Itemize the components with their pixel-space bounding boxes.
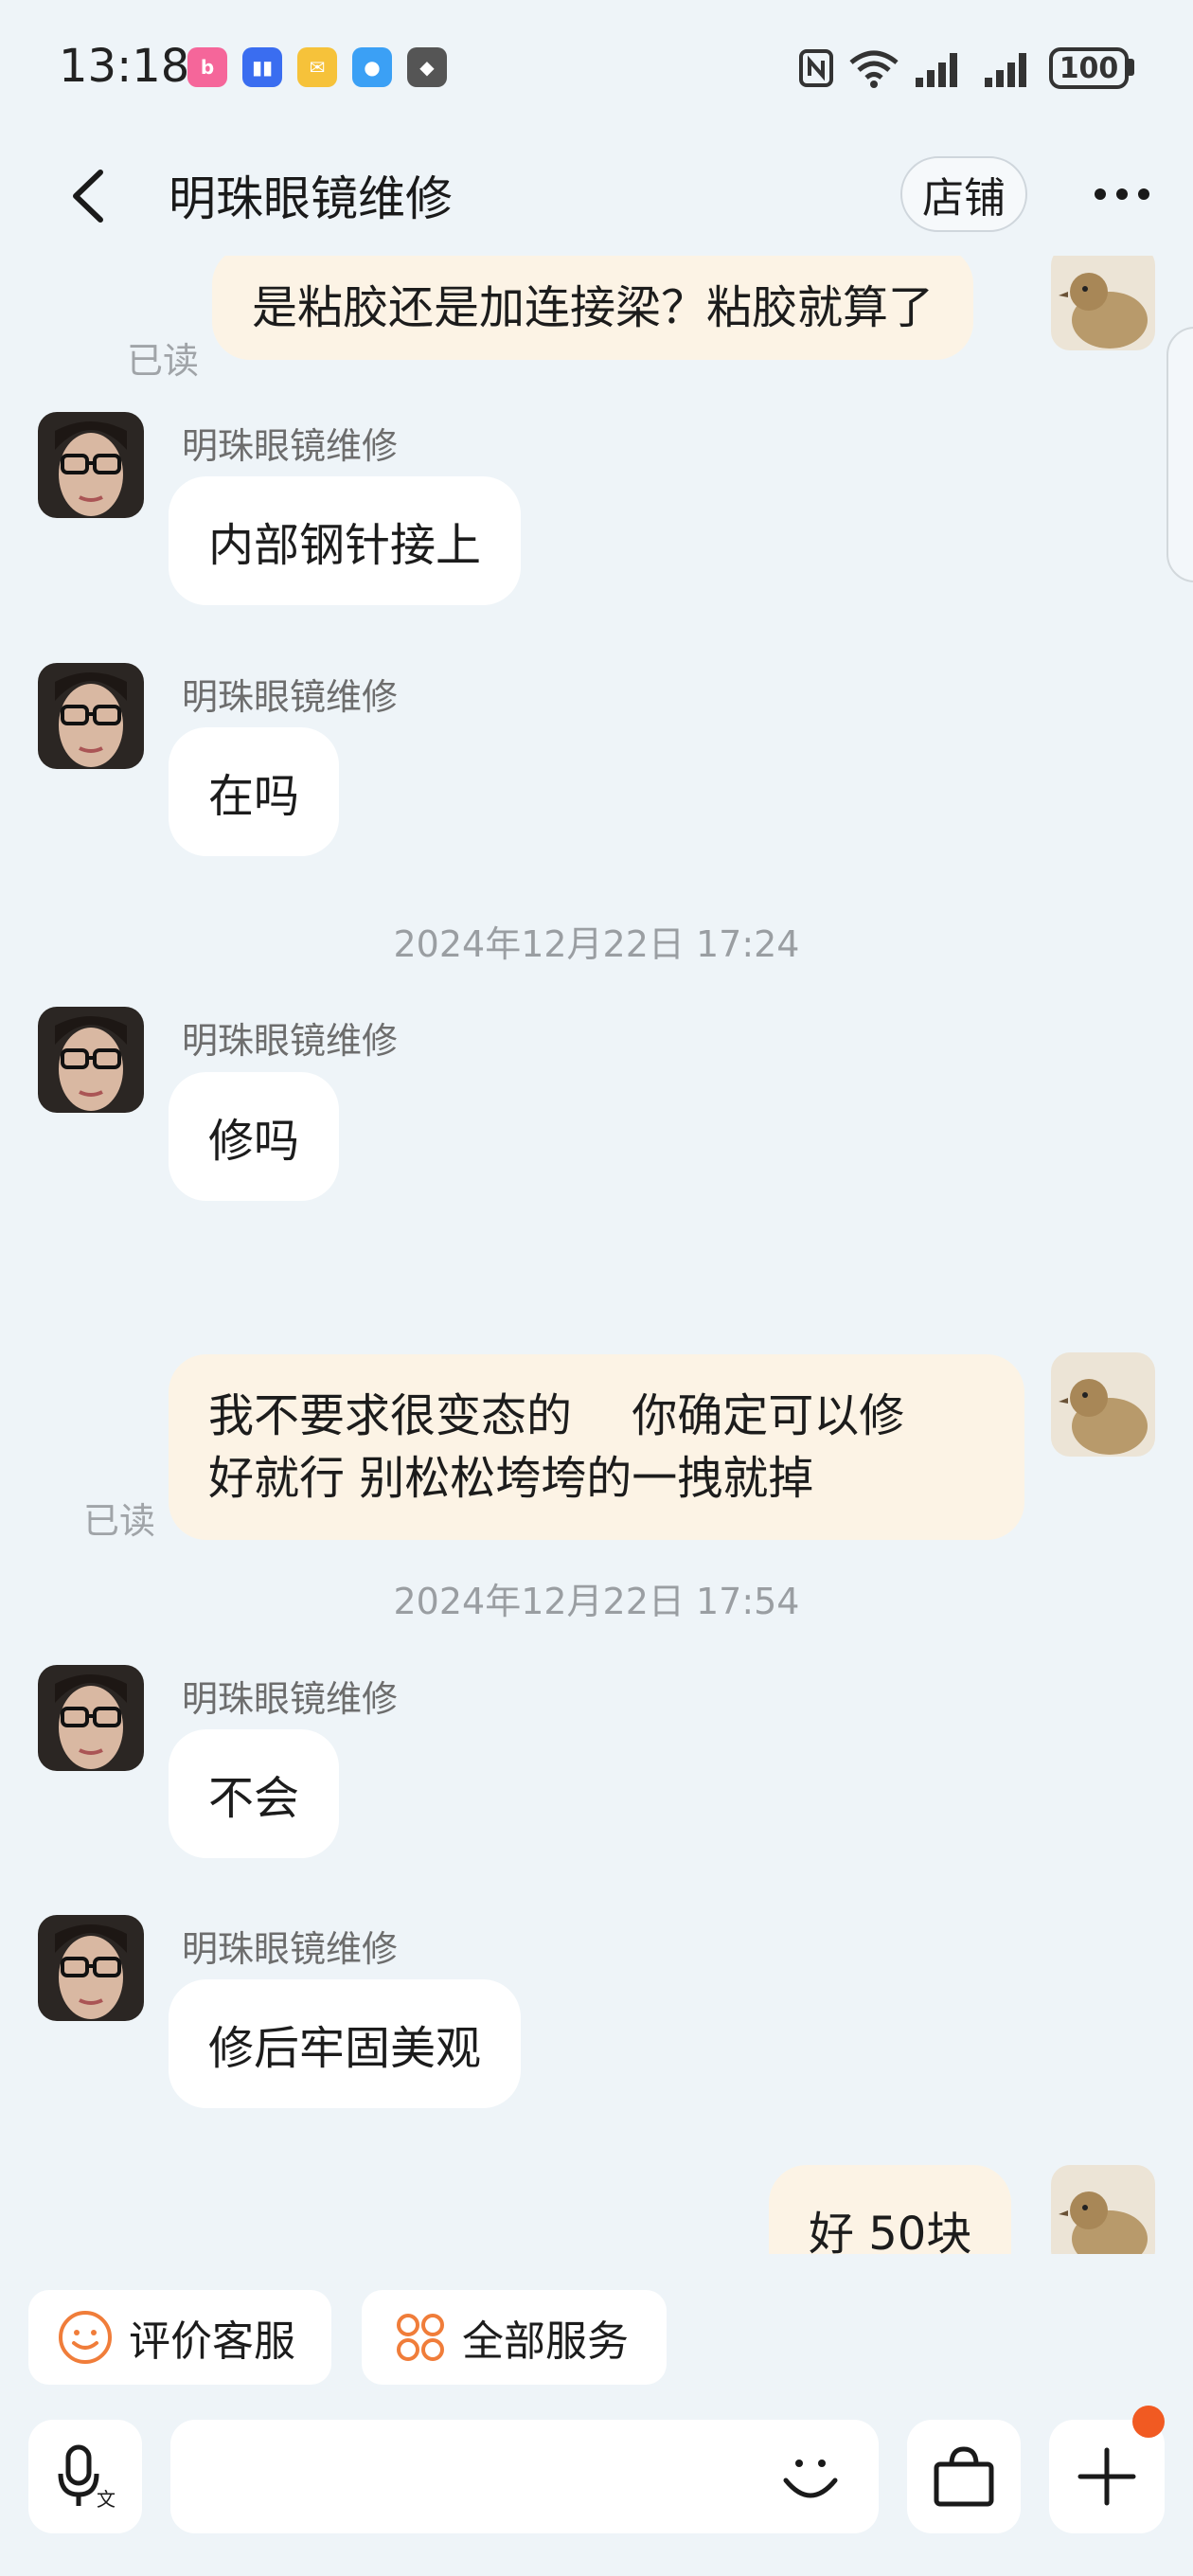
shopping-bag-button[interactable]	[907, 2420, 1021, 2533]
sender-name: 明珠眼镜维修	[182, 1678, 399, 1720]
message-bubble-theirs[interactable]: 在吗	[169, 727, 340, 856]
signal-icon-2	[985, 53, 1026, 87]
message-text-line: 我不要求很变态的 你确定可以修	[208, 1389, 905, 1442]
bird-avatar-image	[1051, 2165, 1155, 2254]
bird-avatar-image	[1051, 1352, 1155, 1457]
rate-service-button[interactable]: 评价客服	[28, 2290, 331, 2385]
sender-name: 明珠眼镜维修	[182, 676, 399, 718]
message-app-icon: ●	[352, 47, 392, 87]
shopping-bag-icon	[934, 2446, 994, 2507]
wifi-icon	[849, 50, 899, 88]
message-text: 内部钢针接上	[208, 519, 482, 572]
chat-message-list[interactable]: 是粘胶还是加连接梁？粘胶就算了 已读 明珠眼镜维修 内部钢针接上 明珠眼镜维修 …	[0, 256, 1193, 2254]
svg-text:文: 文	[97, 2488, 116, 2510]
message-text: 在吗	[208, 770, 300, 823]
grid-services-icon	[397, 2314, 444, 2361]
message-text: 修后牢固美观	[208, 2022, 482, 2075]
plus-icon	[1077, 2447, 1136, 2506]
shop-avatar-image	[38, 663, 144, 769]
shop-avatar[interactable]	[38, 663, 144, 769]
status-bar: 13:18 b ▮▮ ✉ ● ◆ 100	[0, 0, 1193, 133]
read-receipt: 已读	[83, 1500, 156, 1542]
sender-name: 明珠眼镜维修	[182, 1020, 399, 1062]
user-avatar[interactable]	[1051, 256, 1155, 350]
bird-avatar-image	[1051, 256, 1155, 350]
message-bubble-mine[interactable]: 是粘胶还是加连接梁？粘胶就算了	[212, 256, 974, 360]
battery-indicator: 100	[1049, 47, 1129, 89]
message-bubble-theirs[interactable]: 内部钢针接上	[169, 476, 522, 605]
user-avatar[interactable]	[1051, 1352, 1155, 1457]
mail-app-icon: ✉	[297, 47, 337, 87]
message-input[interactable]	[170, 2420, 879, 2533]
status-time: 13:18	[59, 40, 190, 93]
user-avatar[interactable]	[1051, 2165, 1155, 2254]
sender-name: 明珠眼镜维修	[182, 1928, 399, 1970]
emoji-icon[interactable]	[776, 2442, 845, 2511]
page-title: 明珠眼镜维修	[169, 171, 453, 226]
voice-app-icon: ▮▮	[242, 47, 282, 87]
signal-icon-1	[916, 53, 957, 87]
message-bubble-theirs[interactable]: 修吗	[169, 1072, 340, 1201]
smile-icon	[59, 2311, 112, 2364]
shop-avatar-image	[38, 1915, 144, 2021]
nfc-icon	[799, 49, 833, 87]
shop-button[interactable]: 店铺	[900, 156, 1027, 232]
timestamp: 2024年12月22日 17:24	[393, 923, 800, 965]
message-text: 是粘胶还是加连接梁？粘胶就算了	[252, 281, 935, 334]
message-bubble-mine[interactable]: 好 50块	[769, 2165, 1012, 2254]
shop-avatar-image	[38, 412, 144, 518]
voice-input-button[interactable]: 文	[28, 2420, 142, 2533]
game-app-icon: ◆	[407, 47, 447, 87]
notification-dot	[1132, 2406, 1165, 2438]
message-text: 不会	[208, 1772, 300, 1825]
sender-name: 明珠眼镜维修	[182, 425, 399, 467]
battery-tip	[1129, 59, 1134, 76]
bilibili-icon: b	[187, 47, 227, 87]
shop-avatar[interactable]	[38, 412, 144, 518]
read-receipt: 已读	[127, 340, 200, 382]
message-bubble-theirs[interactable]: 修后牢固美观	[169, 1979, 522, 2108]
chat-header: 明珠眼镜维修 店铺	[0, 142, 1193, 246]
rate-service-label: 评价客服	[129, 2317, 295, 2366]
message-text: 好 50块	[809, 2208, 972, 2254]
message-bubble-mine[interactable]: 我不要求很变态的 你确定可以修 好就行 别松松垮垮的一拽就掉	[169, 1354, 1024, 1540]
timestamp: 2024年12月22日 17:54	[393, 1581, 800, 1622]
shop-avatar-image	[38, 1665, 144, 1771]
all-services-label: 全部服务	[462, 2317, 629, 2366]
more-options-icon[interactable]	[1089, 175, 1155, 213]
side-float-tab[interactable]	[1166, 327, 1193, 582]
microphone-translate-icon: 文	[58, 2444, 116, 2510]
back-arrow-icon[interactable]	[57, 163, 123, 229]
shop-avatar[interactable]	[38, 1665, 144, 1771]
shop-avatar[interactable]	[38, 1915, 144, 2021]
all-services-button[interactable]: 全部服务	[362, 2290, 667, 2385]
message-bubble-theirs[interactable]: 不会	[169, 1729, 340, 1858]
message-text-line: 好就行 别松松垮垮的一拽就掉	[208, 1452, 814, 1505]
shop-avatar[interactable]	[38, 1007, 144, 1113]
shop-avatar-image	[38, 1007, 144, 1113]
message-text: 修吗	[208, 1115, 300, 1168]
